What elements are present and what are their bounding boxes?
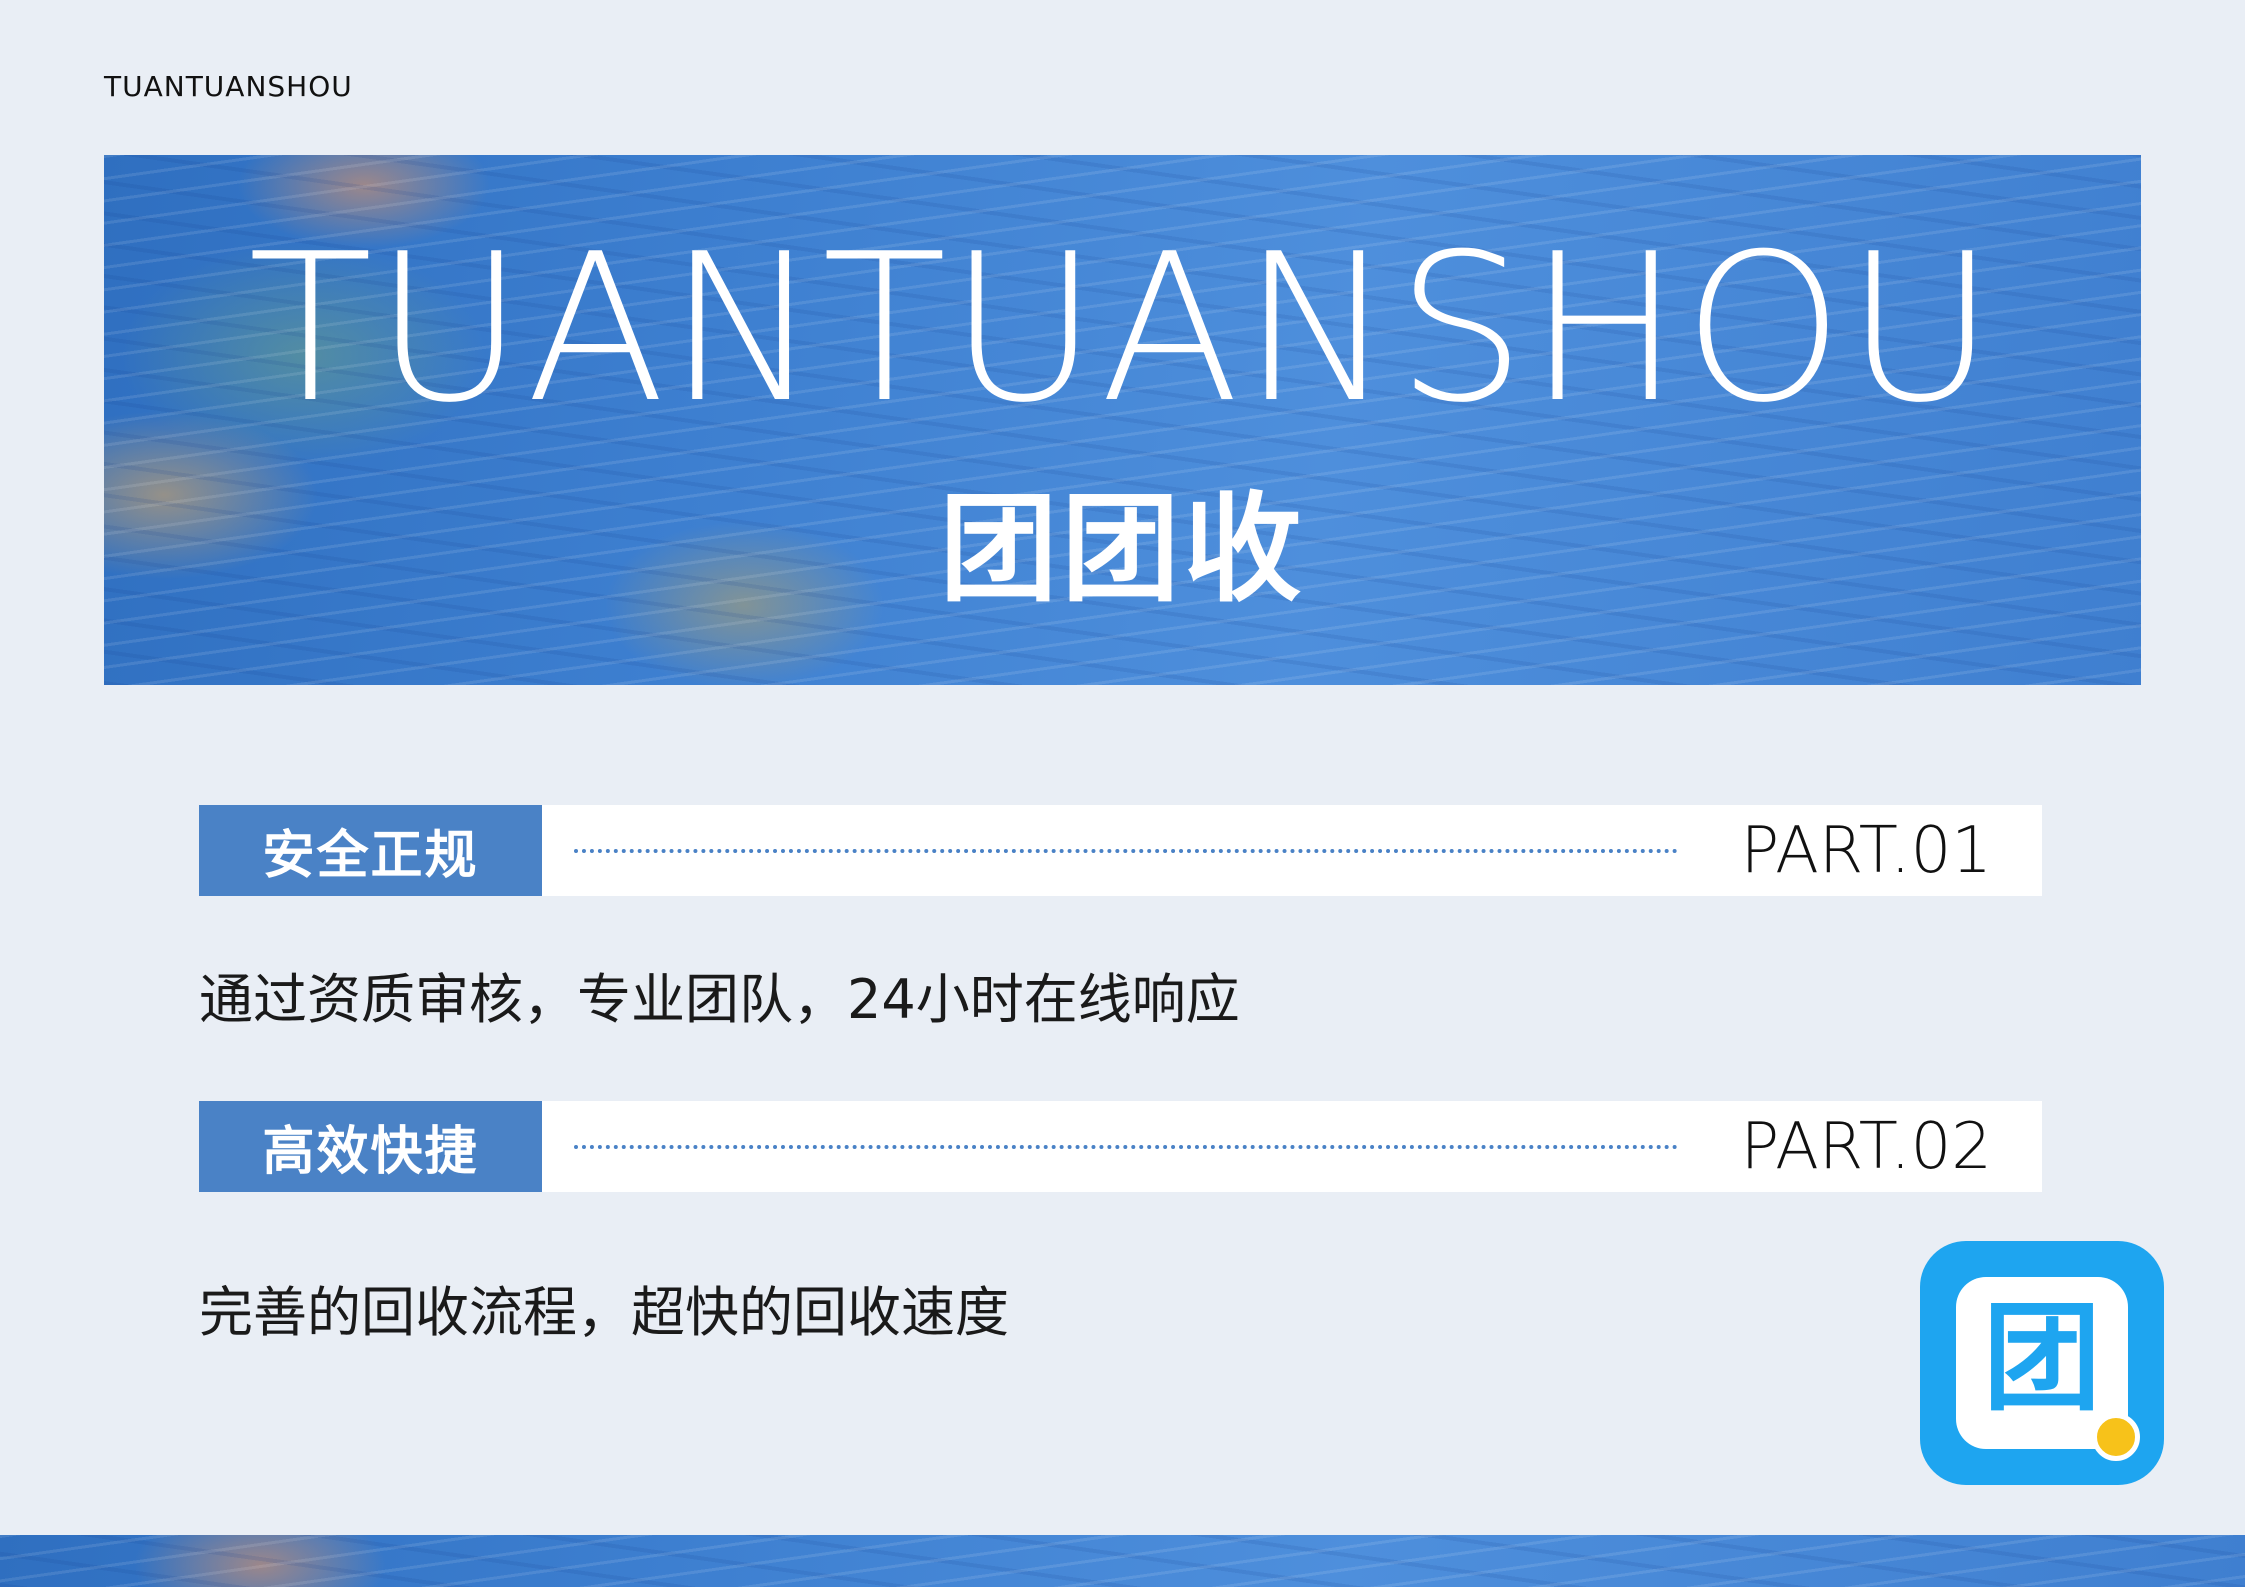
- section-tag-1: 安全正规: [199, 805, 542, 896]
- section-part-2: PART.02: [1740, 1109, 1992, 1184]
- section-description-2: 完善的回收流程，超快的回收速度: [199, 1281, 1009, 1344]
- footer-banner: [0, 1535, 2245, 1587]
- banner-title-en: TUANTUANSHOU: [248, 211, 1997, 448]
- tuantuanshou-app-icon: 团: [1920, 1241, 2164, 1485]
- coin-icon: [2092, 1413, 2140, 1461]
- dotted-divider-2: [574, 1144, 1678, 1149]
- section-header-2: 高效快捷 PART.02: [199, 1101, 2042, 1192]
- logo-glyph: 团: [1982, 1289, 2101, 1427]
- banner-title-zh: 团团收: [939, 479, 1306, 618]
- section-header-1: 安全正规 PART.01: [199, 805, 2042, 896]
- brand-wordmark: TUANTUANSHOU: [104, 70, 353, 103]
- paint-texture: [0, 1535, 2245, 1587]
- section-part-1: PART.01: [1740, 813, 1992, 888]
- section-description-1: 通过资质审核，专业团队，24小时在线响应: [199, 968, 1240, 1031]
- section-tag-2: 高效快捷: [199, 1101, 542, 1192]
- dotted-divider-1: [574, 848, 1678, 853]
